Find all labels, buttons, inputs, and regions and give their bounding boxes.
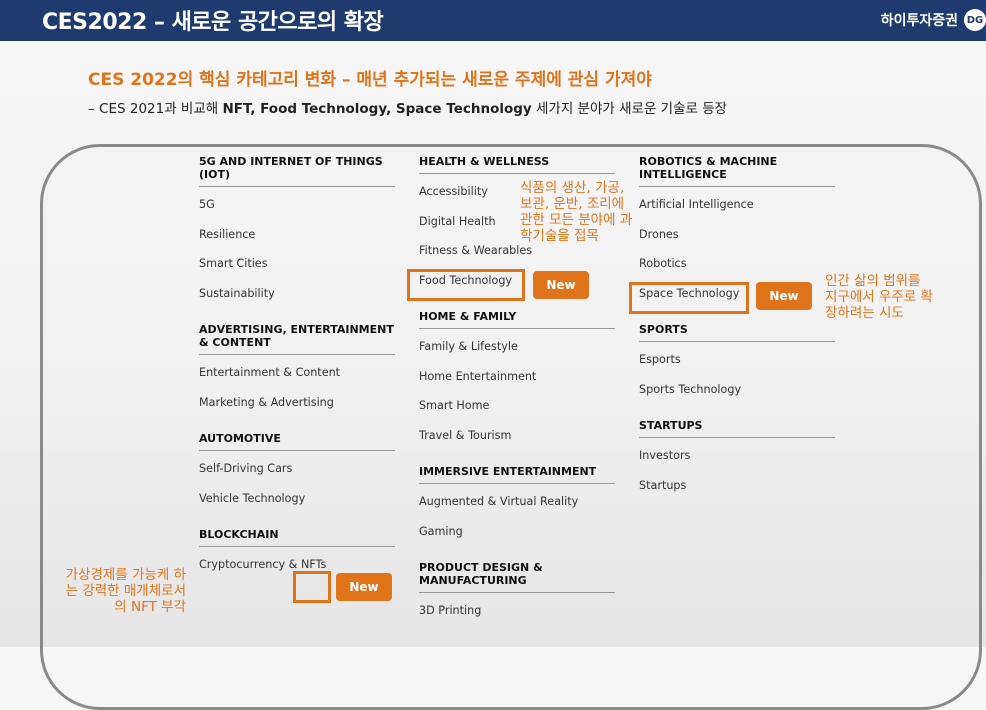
category-item: Startups <box>639 478 687 492</box>
category-item: Travel & Tourism <box>419 428 512 442</box>
category-item: Entertainment & Content <box>199 366 341 379</box>
category-title: BLOCKCHAIN <box>199 528 395 547</box>
category-title: ADVERTISING, ENTERTAINMENT & CONTENT <box>199 323 395 355</box>
category-item: Marketing & Advertising <box>199 395 334 409</box>
category-item: Vehicle Technology <box>199 491 306 505</box>
category-item: Self-Driving Cars <box>199 462 293 475</box>
subline-bold: NFT, Food Technology, Space Technology <box>222 101 532 117</box>
category-section: 5G AND INTERNET OF THINGS (IOT) 5G Resil… <box>199 155 395 315</box>
subline: – CES 2021과 비교해 NFT, Food Technology, Sp… <box>88 97 727 117</box>
category-column-3: ROBOTICS & MACHINE INTELLIGENCE Artifici… <box>639 155 835 515</box>
category-item: Smart Home <box>419 399 490 412</box>
category-item: Augmented & Virtual Reality <box>419 495 579 508</box>
category-item: 3D Printing <box>419 604 482 617</box>
category-item: Gaming <box>419 524 463 538</box>
category-item: 5G <box>199 198 215 211</box>
space-technology-highlight <box>629 282 749 314</box>
category-section: ADVERTISING, ENTERTAINMENT & CONTENT Ent… <box>199 323 395 424</box>
category-item: Drones <box>639 227 679 241</box>
category-item: Sustainability <box>199 286 275 300</box>
new-badge: New <box>756 282 812 310</box>
category-title: HEALTH & WELLNESS <box>419 155 615 174</box>
space-technology-note: 인간 삶의 범위를 지구에서 우주로 확장하려는 시도 <box>825 273 933 321</box>
category-section: SPORTS Esports Sports Technology <box>639 323 835 411</box>
nft-note: 가상경제를 가능케 하는 강력한 매개체로서의 NFT 부각 <box>65 567 186 615</box>
category-item: Home Entertainment <box>419 369 537 383</box>
new-badge: New <box>336 573 392 601</box>
brand-name: 하이투자증권 <box>880 13 958 29</box>
category-title: SPORTS <box>639 323 835 342</box>
header-bar: CES2022 – 새로운 공간으로의 확장 하이투자증권 DG <box>0 0 986 41</box>
category-section: IMMERSIVE ENTERTAINMENT Augmented & Virt… <box>419 465 615 553</box>
category-section: HOME & FAMILY Family & Lifestyle Home En… <box>419 310 615 457</box>
slide-title: CES2022 – 새로운 공간으로의 확장 <box>42 10 384 35</box>
category-title: AUTOMOTIVE <box>199 432 395 451</box>
category-item: Sports Technology <box>639 382 742 396</box>
category-item: Esports <box>639 353 681 366</box>
category-title: 5G AND INTERNET OF THINGS (IOT) <box>199 155 395 187</box>
category-title: STARTUPS <box>639 419 835 438</box>
brand-logo-icon: DG <box>964 9 986 31</box>
category-column-1: 5G AND INTERNET OF THINGS (IOT) 5G Resil… <box>199 155 395 595</box>
category-item: Family & Lifestyle <box>419 340 518 353</box>
category-section: PRODUCT DESIGN & MANUFACTURING 3D Printi… <box>419 561 615 633</box>
brand: 하이투자증권 DG <box>881 9 986 31</box>
food-technology-highlight <box>407 269 525 301</box>
nft-highlight <box>293 571 331 603</box>
category-section: STARTUPS Investors Startups <box>639 419 835 507</box>
category-item: Investors <box>639 449 691 462</box>
category-title: IMMERSIVE ENTERTAINMENT <box>419 465 615 484</box>
category-title: PRODUCT DESIGN & MANUFACTURING <box>419 561 615 593</box>
category-section: AUTOMOTIVE Self-Driving Cars Vehicle Tec… <box>199 432 395 520</box>
category-item: Artificial Intelligence <box>639 198 754 211</box>
category-title: HOME & FAMILY <box>419 310 615 329</box>
subline-suffix: 세가지 분야가 새로운 기술로 등장 <box>531 101 728 117</box>
category-title: ROBOTICS & MACHINE INTELLIGENCE <box>639 155 835 187</box>
food-technology-note: 식품의 생산, 가공, 보관, 운반, 조리에 관한 모든 분야에 과학기술을 … <box>520 180 633 244</box>
subline-prefix: – CES 2021과 비교해 <box>88 101 223 117</box>
new-badge: New <box>533 271 589 299</box>
headline: CES 2022의 핵심 카테고리 변화 – 매년 추가되는 새로운 주제에 관… <box>88 70 652 90</box>
category-item: Smart Cities <box>199 257 268 270</box>
category-item: Resilience <box>199 227 256 241</box>
